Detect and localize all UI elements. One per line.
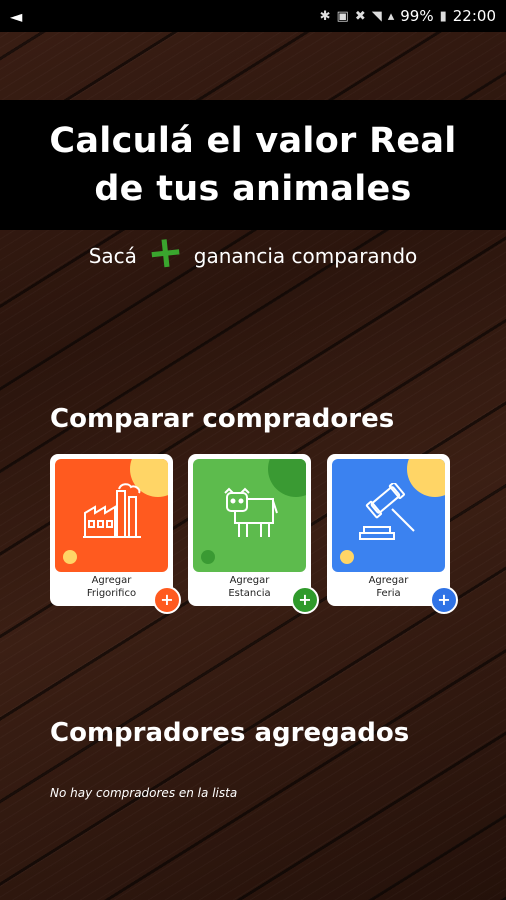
subtitle: Sacá + ganancia comparando xyxy=(0,225,506,280)
cow-icon xyxy=(224,487,278,537)
status-icons: ✱ ▣ ✖ ◥ ▴ 99% ▮ 22:00 xyxy=(320,7,496,25)
subtitle-before: Sacá xyxy=(88,244,137,268)
back-arrow-icon[interactable]: ◄ xyxy=(10,7,22,26)
card-tile-feria xyxy=(332,459,445,572)
card-frigorifico[interactable]: Agregar Frigorifico + xyxy=(50,454,181,614)
card-tile-frigorifico xyxy=(55,459,168,572)
add-frigorifico-button[interactable]: + xyxy=(153,586,181,614)
signal-icon: ▴ xyxy=(387,8,395,24)
decor-dot xyxy=(340,550,354,564)
decor-dot xyxy=(201,550,215,564)
gavel-icon xyxy=(359,483,415,540)
nfc-icon: ▣ xyxy=(336,8,349,24)
decor-dot xyxy=(63,550,77,564)
clock: 22:00 xyxy=(452,7,496,25)
add-estancia-button[interactable]: + xyxy=(291,586,319,614)
hero-title-line2: de tus animales xyxy=(94,169,412,209)
hero-banner: Calculá el valor Real de tus animales xyxy=(0,100,506,230)
subtitle-after: ganancia comparando xyxy=(193,244,418,268)
factory-icon xyxy=(83,483,141,538)
battery-percent: 99% xyxy=(400,7,434,25)
add-feria-button[interactable]: + xyxy=(430,586,458,614)
bluetooth-icon: ✱ xyxy=(319,8,331,24)
card-label-line1: Agregar xyxy=(368,575,409,586)
wifi-icon: ◥ xyxy=(371,8,382,24)
card-feria[interactable]: Agregar Feria + xyxy=(327,454,458,614)
buyer-cards: Agregar Frigorifico + Agregar Estancia +… xyxy=(50,454,458,614)
card-label-line1: Agregar xyxy=(91,575,132,586)
compare-section-title: Comparar compradores xyxy=(50,404,395,434)
hero-title-line1: Calculá el valor Real xyxy=(49,121,457,161)
battery-icon: ▮ xyxy=(439,8,447,24)
plus-icon: + xyxy=(144,225,187,280)
added-section-title: Compradores agregados xyxy=(50,718,410,748)
card-label-line1: Agregar xyxy=(229,575,270,586)
empty-list-message: No hay compradores en la lista xyxy=(50,786,238,800)
mute-icon: ✖ xyxy=(354,8,366,24)
card-tile-estancia xyxy=(193,459,306,572)
card-estancia[interactable]: Agregar Estancia + xyxy=(188,454,319,614)
status-bar: ◄ ✱ ▣ ✖ ◥ ▴ 99% ▮ 22:00 xyxy=(0,0,506,32)
